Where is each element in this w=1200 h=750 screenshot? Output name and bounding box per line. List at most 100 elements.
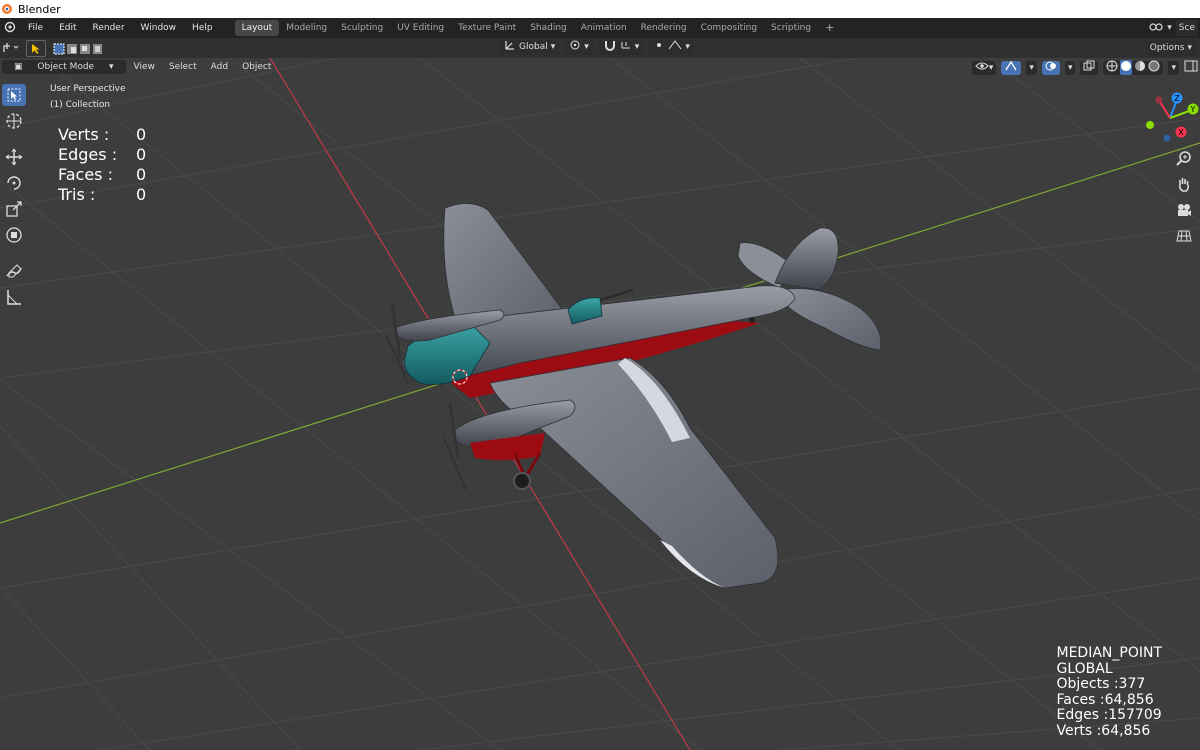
menu-window[interactable]: Window: [133, 23, 185, 33]
camera-view-icon[interactable]: [1174, 200, 1194, 220]
viewport-menu-object[interactable]: Object: [236, 60, 277, 74]
viewport-header: ▣ Object Mode ▾ View Select Add Object ▾…: [0, 58, 1200, 76]
pan-hand-icon[interactable]: [1174, 174, 1194, 194]
main-menu: File Edit Render Window Help: [0, 18, 221, 38]
tab-uv-editing[interactable]: UV Editing: [390, 20, 451, 36]
statistics-overlay: Verts : 0 Edges : 0 Faces : 0 Tris : 0: [58, 125, 146, 205]
rendered-shading-icon[interactable]: [1148, 60, 1160, 75]
xray-toggle[interactable]: [1080, 60, 1099, 75]
move-icon[interactable]: [2, 146, 26, 168]
workspace-tabs: Layout Modeling Sculpting UV Editing Tex…: [234, 18, 842, 38]
gizmo-y-label: Y: [1190, 105, 1196, 114]
viewport-menu-select[interactable]: Select: [163, 60, 203, 74]
cursor-icon[interactable]: [2, 110, 26, 132]
material-shading-icon[interactable]: [1134, 60, 1146, 75]
rotate-icon[interactable]: [2, 172, 26, 194]
annotate-icon[interactable]: [2, 260, 26, 282]
tab-shading[interactable]: Shading: [523, 20, 574, 36]
scene-name[interactable]: Sce: [1175, 20, 1198, 36]
snap-toggle[interactable]: ▾: [598, 39, 644, 57]
stat-value: 0: [136, 165, 147, 184]
gizmo-icon: [1004, 60, 1018, 75]
zoom-icon[interactable]: [1174, 148, 1194, 168]
ortho-grid-icon[interactable]: [1174, 226, 1194, 246]
viewport-menu-view[interactable]: View: [128, 60, 161, 74]
gizmo-dropdown[interactable]: ▾: [1026, 60, 1037, 75]
collection-label: (1) Collection: [50, 100, 111, 110]
wireframe-shading-icon[interactable]: [1106, 60, 1118, 75]
transform-info-overlay: MEDIAN_POINT GLOBAL Objects :377 Faces :…: [1056, 645, 1163, 739]
shading-mode-buttons[interactable]: [1103, 60, 1164, 75]
blender-logo-icon: [0, 2, 14, 16]
chevron-down-icon: ▾: [584, 42, 589, 52]
xray-icon: [1083, 60, 1095, 75]
tab-texture-paint[interactable]: Texture Paint: [451, 20, 523, 36]
proportional-edit-icon: [653, 39, 665, 57]
gizmo-toggle[interactable]: [1001, 60, 1022, 75]
transform-pivot-icon[interactable]: [2, 40, 20, 57]
topbar: File Edit Render Window Help Layout Mode…: [0, 18, 1200, 38]
selection-mode-buttons[interactable]: [52, 41, 104, 56]
objects-count-text: Objects :377: [1056, 676, 1146, 692]
menu-file[interactable]: File: [20, 23, 51, 33]
menu-render[interactable]: Render: [85, 23, 133, 33]
select-tool-button[interactable]: [26, 40, 46, 57]
shading-dropdown[interactable]: ▾: [1168, 60, 1179, 75]
tab-sculpting[interactable]: Sculpting: [334, 20, 390, 36]
tool-shelf: [2, 84, 26, 308]
measure-icon[interactable]: [2, 286, 26, 308]
chevron-down-icon: ▾: [634, 42, 640, 52]
overlay-dropdown[interactable]: ▾: [1064, 60, 1076, 75]
tab-modeling[interactable]: Modeling: [279, 20, 334, 36]
stat-label: Edges :: [58, 145, 118, 164]
gizmo-z-label: Z: [1174, 94, 1180, 103]
tab-compositing[interactable]: Compositing: [694, 20, 764, 36]
chevron-down-icon: ▾: [1167, 23, 1172, 33]
tab-animation[interactable]: Animation: [574, 20, 634, 36]
select-box-icon[interactable]: [2, 84, 26, 106]
orientation-dropdown[interactable]: Global ▾: [500, 39, 560, 57]
stat-value: 0: [136, 185, 147, 204]
window-titlebar: Blender: [0, 0, 1200, 18]
solid-shading-icon[interactable]: [1120, 60, 1133, 75]
chevron-down-icon: ▾: [1187, 43, 1192, 53]
pivot-icon: [569, 39, 581, 57]
navigation-gizmo[interactable]: Z Y X: [1140, 88, 1200, 148]
options-dropdown[interactable]: Options ▾: [1145, 41, 1196, 56]
chevron-down-icon: ▾: [988, 62, 994, 73]
chevron-down-icon: ▾: [1171, 62, 1176, 73]
overlay-icon: [1045, 60, 1057, 75]
add-workspace-button[interactable]: +: [818, 20, 841, 36]
viewport-menu-add[interactable]: Add: [205, 60, 234, 74]
scene-selector[interactable]: ▾ Sce: [1149, 18, 1200, 38]
3d-viewport[interactable]: ▣ Object Mode ▾ View Select Add Object ▾…: [0, 58, 1200, 750]
tab-rendering[interactable]: Rendering: [634, 20, 694, 36]
falloff-icon: [668, 39, 682, 57]
proportional-edit-toggle[interactable]: ▾: [649, 39, 694, 57]
eye-icon: [975, 61, 989, 74]
menu-edit[interactable]: Edit: [51, 23, 84, 33]
view-perspective-label: User Perspective: [50, 84, 126, 94]
object-mode-dropdown[interactable]: ▣ Object Mode ▾: [2, 60, 126, 74]
overlay-toggle[interactable]: [1041, 60, 1060, 75]
stat-label: Faces :: [58, 165, 113, 184]
scale-icon[interactable]: [2, 198, 26, 220]
magnet-icon: [603, 39, 617, 57]
object-visibility-dropdown[interactable]: ▾: [971, 60, 997, 75]
navigation-tools: [1174, 148, 1194, 246]
menu-help[interactable]: Help: [184, 23, 221, 33]
snap-target-icon: [620, 39, 632, 57]
viewport-scene: [0, 58, 1200, 750]
stat-label: Verts :: [58, 125, 110, 144]
orientation-icon: [504, 39, 516, 57]
sidebar-toggle-icon[interactable]: [1184, 60, 1198, 75]
pivot-point-dropdown[interactable]: ▾: [565, 40, 593, 55]
tab-layout[interactable]: Layout: [234, 20, 280, 36]
scene-icon: [1149, 21, 1163, 36]
verts-count-text: Verts :64,856: [1056, 722, 1151, 739]
transform-icon[interactable]: [2, 224, 26, 246]
blender-menu-icon[interactable]: [0, 21, 20, 36]
orientation-mode-text: GLOBAL: [1056, 660, 1113, 677]
tab-scripting[interactable]: Scripting: [764, 20, 818, 36]
chevron-down-icon: ▾: [550, 42, 556, 52]
